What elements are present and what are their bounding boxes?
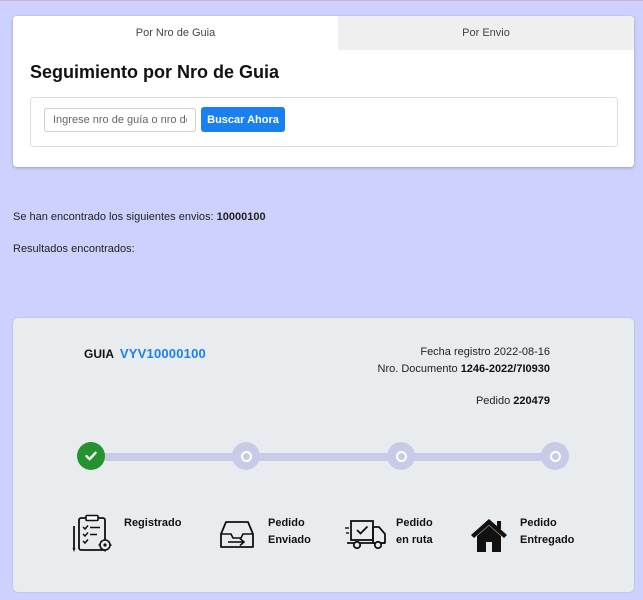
tab-bar: Por Nro de Guia Por Envio: [13, 16, 634, 50]
fecha-value: 2022-08-16: [493, 346, 550, 358]
fecha-registro: Fecha registro 2022-08-16: [420, 346, 550, 358]
step-registrado-text: Registrado: [124, 517, 182, 529]
house-icon: [469, 517, 509, 558]
tab-por-nro-de-guia[interactable]: Por Nro de Guia: [13, 16, 338, 50]
step-enviado-label: Pedido Enviado: [268, 515, 311, 549]
guia-row: GUIA VYV10000100: [84, 346, 206, 361]
step-en-ruta-line2: en ruta: [396, 534, 433, 546]
clipboard-icon: [71, 514, 115, 559]
top-border: [0, 0, 643, 1]
step-entregado-marker: [541, 442, 569, 470]
tab-por-envio[interactable]: Por Envio: [338, 16, 634, 50]
truck-icon: [345, 518, 387, 555]
step-en-ruta-label: Pedido en ruta: [396, 515, 433, 549]
guia-search-input[interactable]: [44, 108, 196, 132]
step-entregado-line2: Entregado: [520, 534, 575, 546]
fecha-label: Fecha registro: [420, 346, 491, 358]
step-enviado-line1: Pedido: [268, 517, 305, 529]
step-registrado-label: Registrado: [124, 515, 181, 532]
found-prefix: Se han encontrado los siguientes envios:: [13, 211, 214, 223]
found-message: Se han encontrado los siguientes envios:…: [13, 211, 266, 223]
search-card: Por Nro de Guia Por Envio Seguimiento po…: [13, 16, 634, 167]
step-enviado-marker: [232, 442, 260, 470]
step-enviado-line2: Enviado: [268, 534, 311, 546]
nro-documento: Nro. Documento 1246-2022/7I0930: [378, 363, 550, 375]
step-en-ruta-marker: [387, 442, 415, 470]
guia-label: GUIA: [84, 347, 114, 361]
pedido: Pedido 220479: [476, 395, 550, 407]
pedido-label: Pedido: [475, 395, 511, 407]
pedido-value: 220479: [513, 395, 550, 407]
step-registrado-check-icon: [77, 442, 105, 470]
search-title: Seguimiento por Nro de Guia: [30, 62, 280, 82]
documento-value: 1246-2022/7I0930: [460, 363, 550, 375]
guia-number: VYV10000100: [119, 346, 206, 361]
shipment-card: GUIA VYV10000100 Fecha registro 2022-08-…: [13, 318, 634, 592]
search-form: Buscar Ahora: [30, 97, 618, 147]
step-en-ruta-line1: Pedido: [396, 517, 433, 529]
buscar-ahora-button[interactable]: Buscar Ahora: [201, 107, 285, 132]
step-entregado-label: Pedido Entregado: [520, 515, 574, 549]
documento-label: Nro. Documento: [377, 363, 458, 375]
found-value: 10000100: [216, 211, 266, 223]
results-label: Resultados encontrados:: [13, 243, 135, 255]
step-entregado-line1: Pedido: [520, 517, 557, 529]
progress-track: [91, 453, 551, 461]
tray-icon: [219, 518, 255, 555]
